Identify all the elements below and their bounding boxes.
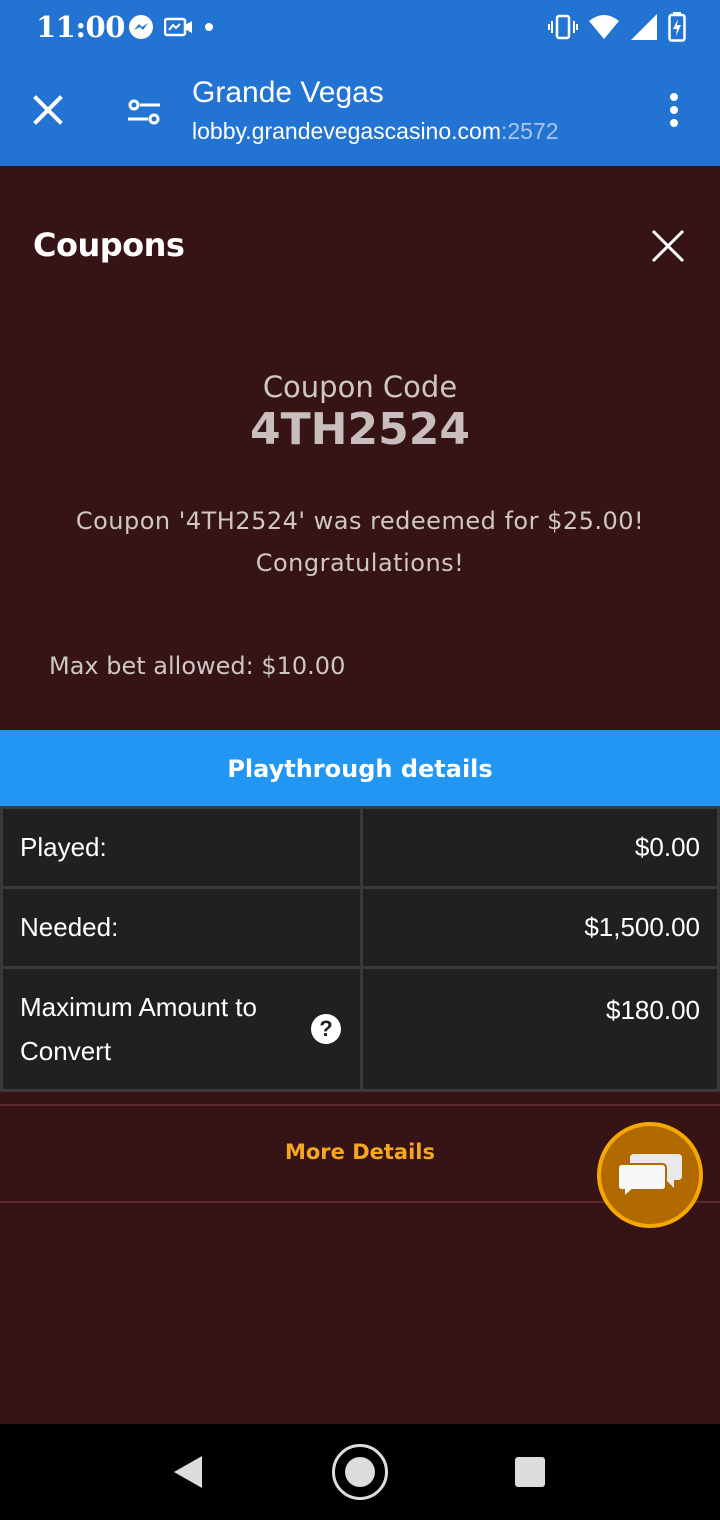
table-row: Maximum Amount to Convert ? $180.00 xyxy=(0,966,720,1092)
playthrough-table: Played: $0.00 Needed: $1,500.00 Maximum … xyxy=(0,806,720,1092)
vibrate-icon xyxy=(548,14,578,40)
signal-icon xyxy=(631,14,657,40)
more-options-icon[interactable] xyxy=(658,90,690,130)
coupons-title: Coupons xyxy=(33,226,185,264)
home-icon[interactable] xyxy=(332,1444,388,1500)
status-right-icons xyxy=(548,12,686,42)
chat-button[interactable] xyxy=(597,1122,703,1228)
played-value: $0.00 xyxy=(360,806,720,889)
redeem-message: Coupon '4TH2524' was redeemed for $25.00… xyxy=(30,500,690,584)
coupon-code-label: Coupon Code xyxy=(262,370,458,404)
site-url[interactable]: lobby.grandevegascasino.com:2572 xyxy=(192,118,559,145)
table-row: Played: $0.00 xyxy=(0,806,720,889)
coupon-code: 4TH2524 xyxy=(250,404,470,455)
video-message-icon xyxy=(164,17,192,37)
url-host: lobby.grandevegascasino.com xyxy=(192,118,501,144)
table-row: Needed: $1,500.00 xyxy=(0,886,720,969)
needed-value: $1,500.00 xyxy=(360,886,720,969)
divider xyxy=(0,1104,720,1106)
needed-label: Needed: xyxy=(0,886,363,969)
redeem-message-line2: Congratulations! xyxy=(255,549,465,577)
wifi-icon xyxy=(589,15,619,39)
messenger-icon xyxy=(129,15,153,39)
max-convert-cell: Maximum Amount to Convert ? xyxy=(0,966,363,1092)
status-left-icons xyxy=(128,14,214,40)
home-dot xyxy=(345,1457,375,1487)
playthrough-header: Playthrough details xyxy=(0,730,720,806)
max-convert-label: Maximum Amount to Convert xyxy=(20,992,257,1066)
close-tab-icon[interactable] xyxy=(28,90,68,130)
recent-apps-icon[interactable] xyxy=(515,1457,545,1487)
max-convert-value: $180.00 xyxy=(360,966,720,1092)
url-port: :2572 xyxy=(500,118,559,144)
dot-icon xyxy=(205,23,213,31)
played-label: Played: xyxy=(0,806,363,889)
status-bar: 11:00 xyxy=(0,0,720,54)
max-bet-text: Max bet allowed: $10.00 xyxy=(49,652,346,680)
status-time: 11:00 xyxy=(36,10,125,44)
battery-charging-icon xyxy=(668,12,686,42)
redeem-message-line1: Coupon '4TH2524' was redeemed for $25.00… xyxy=(75,507,645,535)
close-icon[interactable] xyxy=(648,226,688,266)
navigation-bar xyxy=(0,1424,720,1520)
help-icon[interactable]: ? xyxy=(311,1014,341,1044)
site-settings-icon[interactable] xyxy=(124,92,164,132)
back-icon[interactable] xyxy=(172,1454,204,1490)
browser-toolbar: Grande Vegas lobby.grandevegascasino.com… xyxy=(0,54,720,166)
site-title: Grande Vegas xyxy=(192,76,384,109)
chat-icon xyxy=(617,1154,682,1200)
